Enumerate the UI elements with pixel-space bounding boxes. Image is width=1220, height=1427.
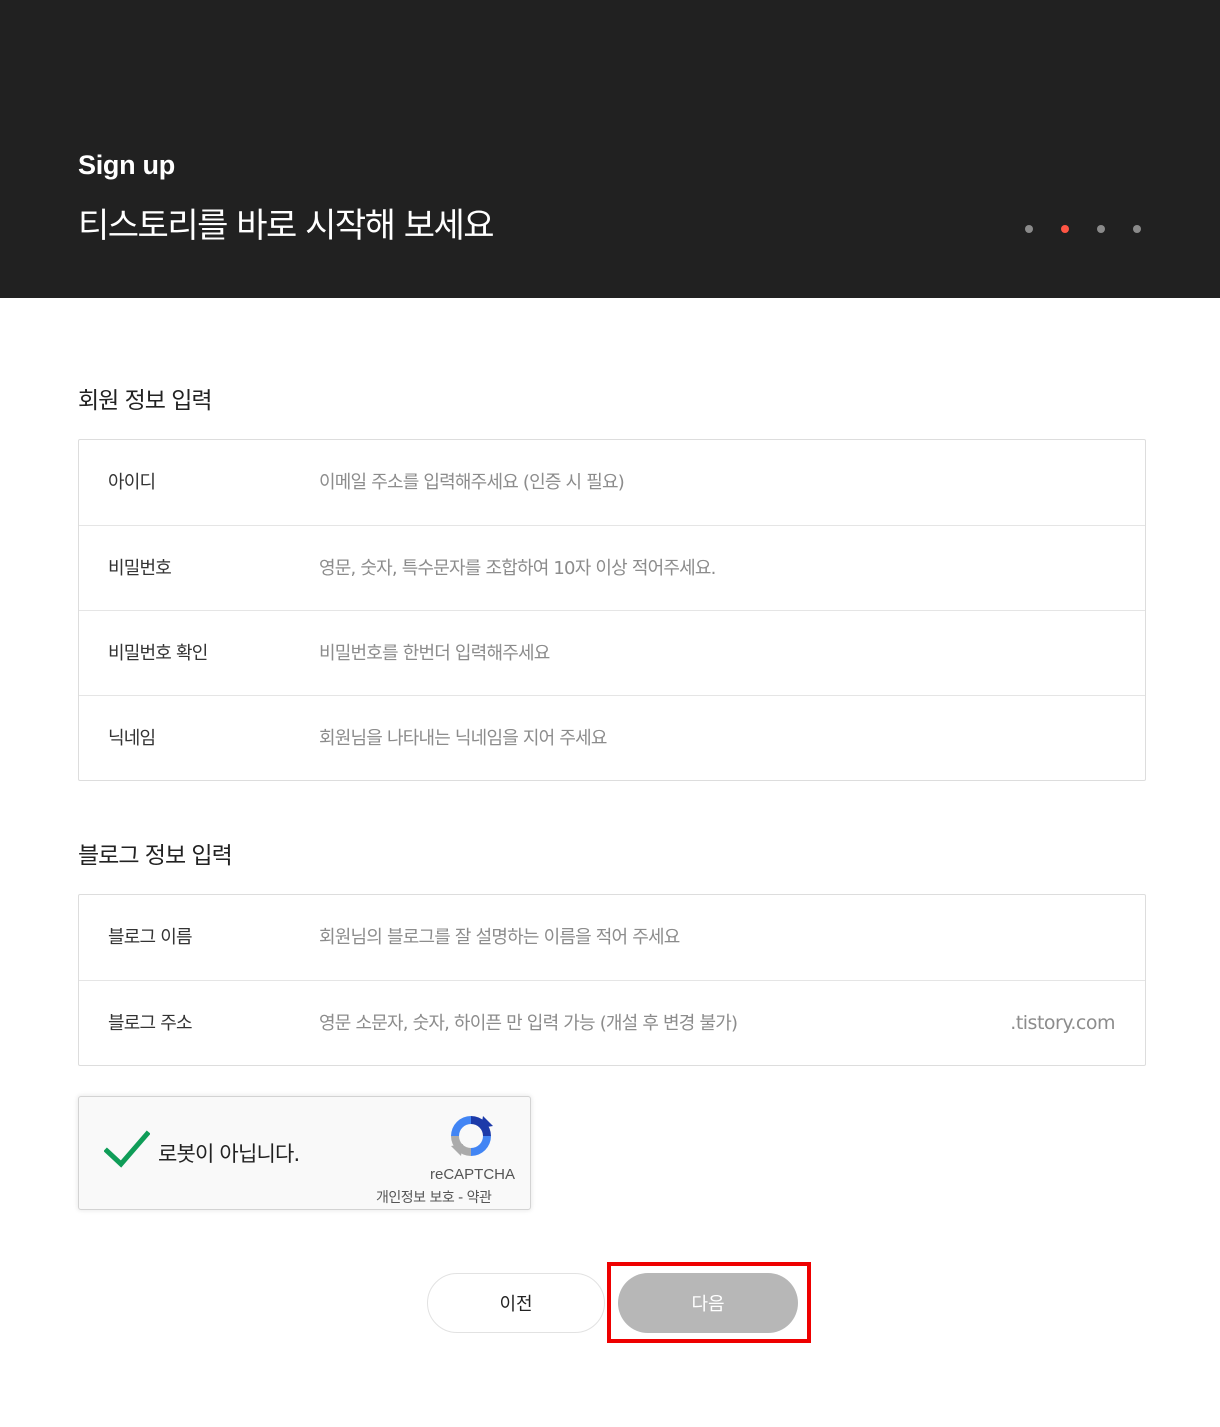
nickname-input[interactable]: [319, 696, 1099, 781]
recaptcha-checkmark-icon[interactable]: [104, 1130, 150, 1170]
signup-eyebrow: Sign up: [78, 150, 175, 180]
blog-domain-suffix: .tistory.com: [1010, 1012, 1115, 1034]
member-section-title: 회원 정보 입력: [78, 388, 213, 414]
recaptcha-brand: reCAPTCHA: [430, 1166, 516, 1183]
step-indicator: [1025, 225, 1141, 233]
blog-name-label: 블로그 이름: [108, 927, 193, 948]
form-row-blog-name: 블로그 이름: [79, 895, 1145, 980]
step-dot-3: [1097, 225, 1105, 233]
blog-address-input[interactable]: [319, 981, 959, 1066]
prev-button[interactable]: 이전: [427, 1273, 605, 1333]
form-row-id: 아이디: [79, 440, 1145, 525]
form-row-password-confirm: 비밀번호 확인: [79, 610, 1145, 696]
password-input[interactable]: [319, 526, 1099, 611]
next-button[interactable]: 다음: [618, 1273, 798, 1333]
form-row-blog-address: 블로그 주소 .tistory.com: [79, 980, 1145, 1066]
step-dot-2-active: [1061, 225, 1069, 233]
step-dot-1: [1025, 225, 1033, 233]
blog-name-input[interactable]: [319, 895, 1099, 980]
blog-info-form: 블로그 이름 블로그 주소 .tistory.com: [78, 894, 1146, 1066]
recaptcha-logo-icon: [451, 1116, 493, 1156]
id-label: 아이디: [108, 472, 156, 493]
password-label: 비밀번호: [108, 558, 172, 579]
blog-address-label: 블로그 주소: [108, 1013, 193, 1034]
step-dot-4: [1133, 225, 1141, 233]
id-input[interactable]: [319, 440, 1099, 525]
nickname-label: 닉네임: [108, 728, 156, 749]
signup-header: Sign up 티스토리를 바로 시작해 보세요: [0, 0, 1220, 298]
recaptcha-label: 로봇이 아닙니다.: [158, 1142, 300, 1166]
page-title: 티스토리를 바로 시작해 보세요: [78, 206, 495, 246]
form-row-nickname: 닉네임: [79, 695, 1145, 781]
blog-section-title: 블로그 정보 입력: [78, 843, 233, 869]
recaptcha-privacy-terms-link[interactable]: 개인정보 보호 - 약관: [376, 1187, 492, 1207]
member-info-form: 아이디 비밀번호 비밀번호 확인 닉네임: [78, 439, 1146, 781]
password-confirm-input[interactable]: [319, 611, 1099, 696]
form-row-password: 비밀번호: [79, 525, 1145, 611]
password-confirm-label: 비밀번호 확인: [108, 643, 208, 664]
